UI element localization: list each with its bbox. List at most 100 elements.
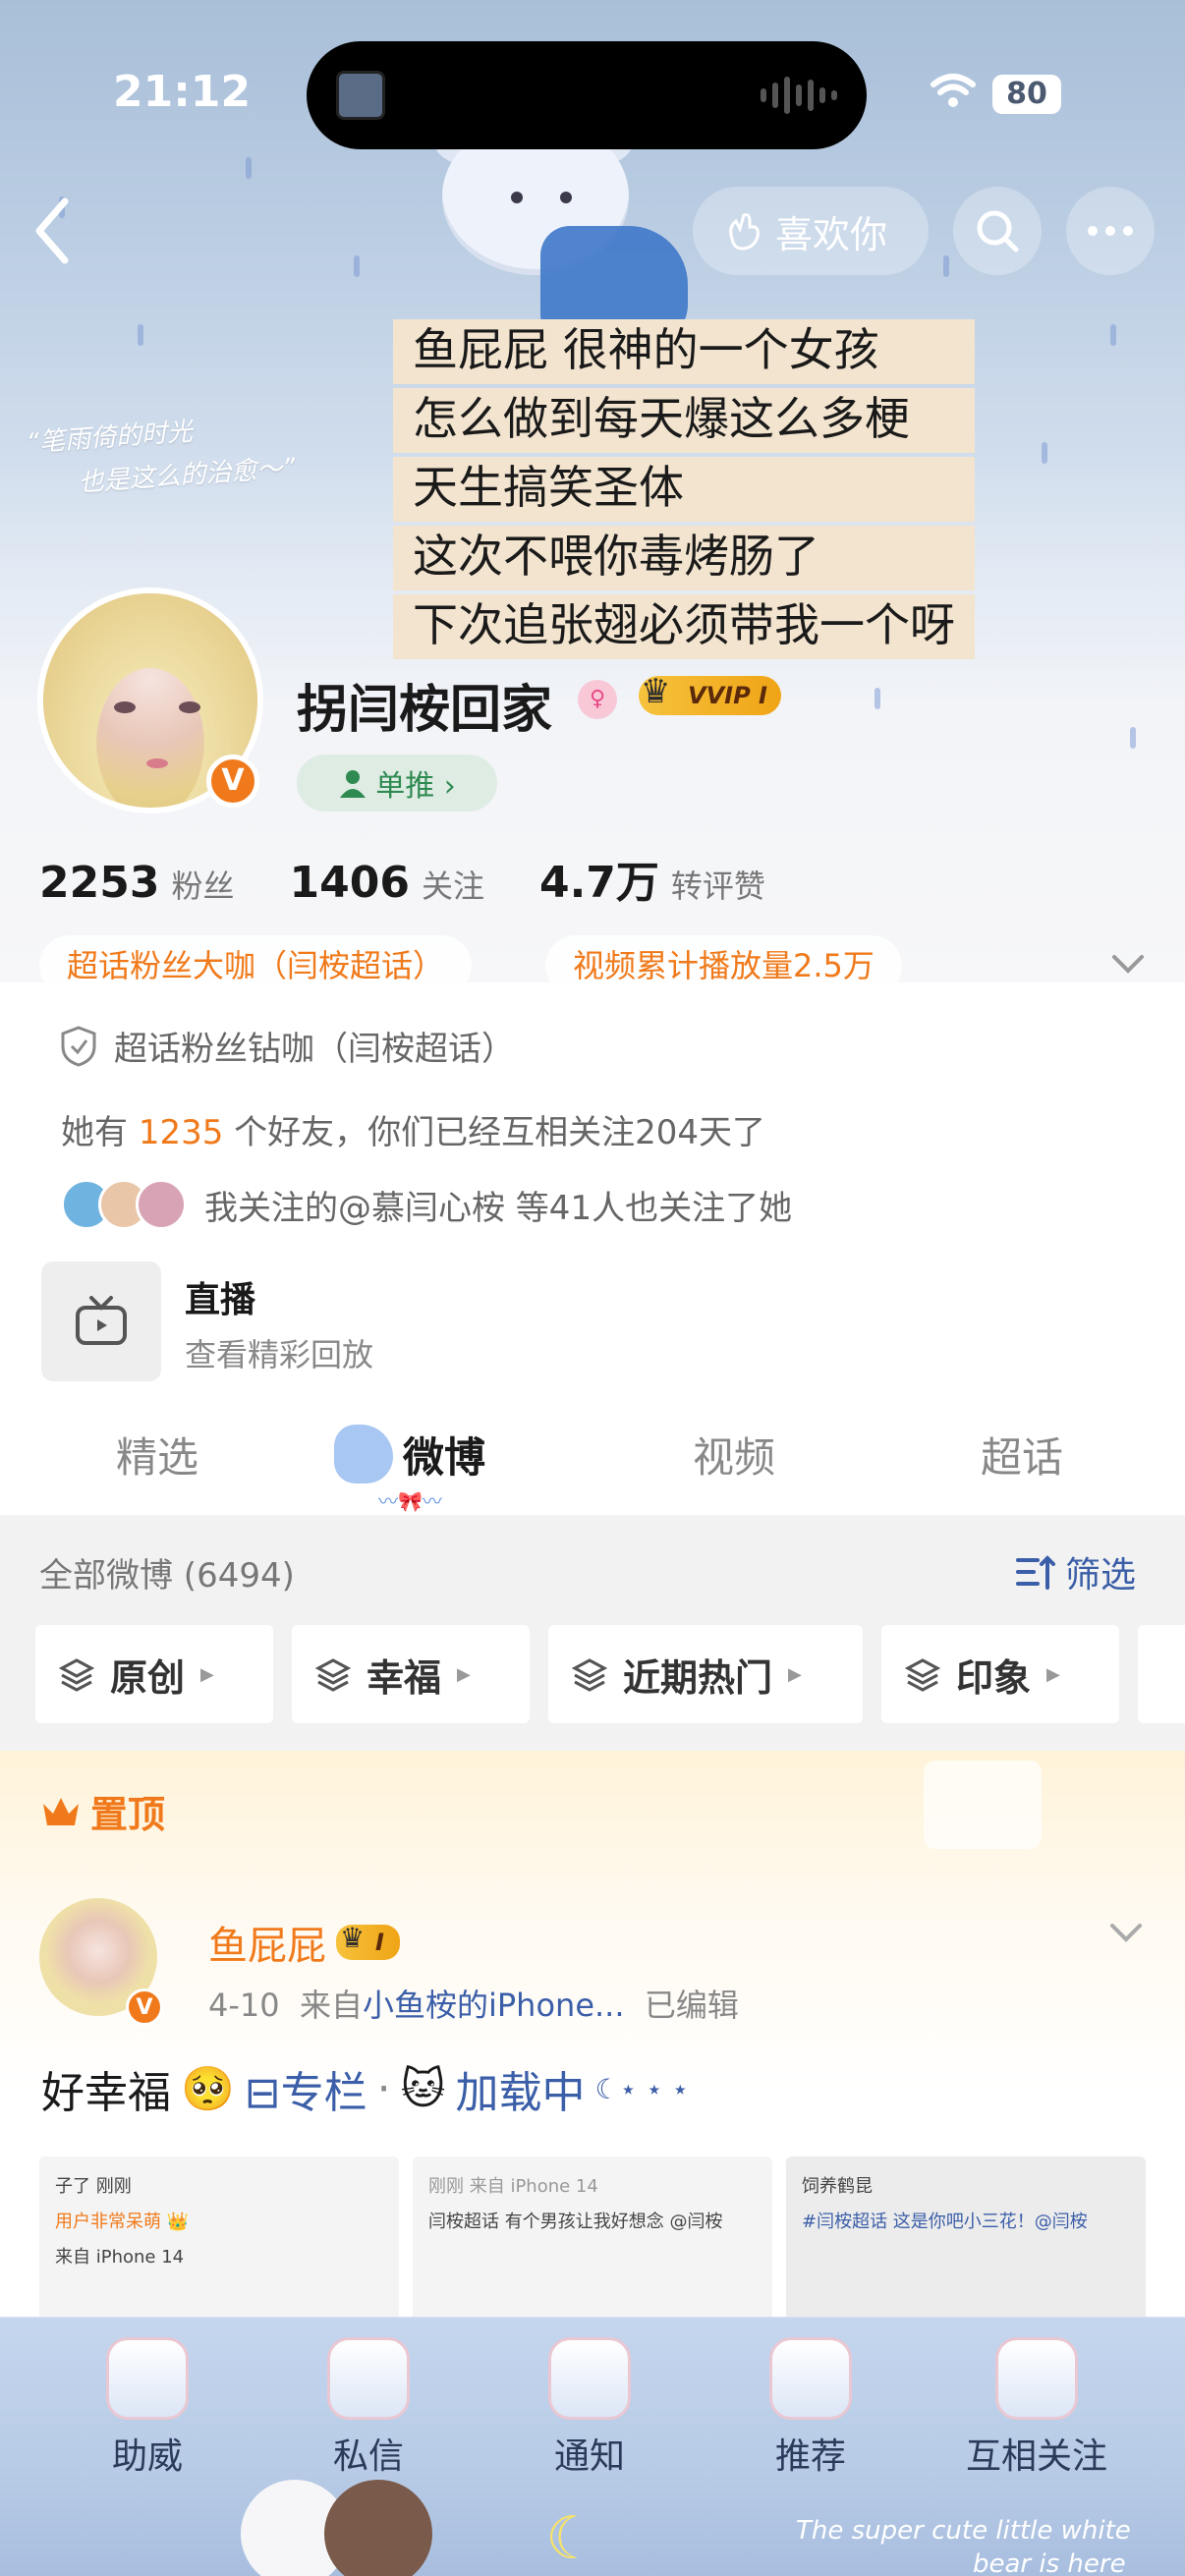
cat-emoji-icon: 🐱	[400, 2063, 446, 2114]
raindrop	[1042, 442, 1047, 464]
nav-cheer[interactable]: 助威	[74, 2337, 221, 2479]
chip-arrow-icon: ▶	[457, 1663, 471, 1685]
more-button[interactable]	[1066, 187, 1155, 275]
bow-icon: 〰🎀〰	[378, 1489, 442, 1513]
crown-icon	[43, 1797, 79, 1825]
pinned-label: 置顶	[39, 1784, 165, 1838]
female-icon: ♀	[578, 680, 617, 719]
following-count[interactable]: 1406	[289, 858, 409, 908]
fan-badge-label: 超话粉丝钻咖（闫桉超话）	[114, 1030, 515, 1069]
chevron-down-icon[interactable]	[1106, 1918, 1146, 1947]
raindrop	[138, 324, 143, 346]
chip-arrow-icon: ▶	[788, 1663, 802, 1685]
banner-quote: “笔雨倚的时光 也是这么的治愈～”	[25, 417, 297, 498]
friend-info: 她有 1235 个好友，你们已经互相关注204天了	[61, 1113, 766, 1152]
status-time: 21:12	[113, 67, 252, 117]
crown-decoration	[924, 1761, 1042, 1849]
vvip-badge[interactable]: ♛ VVIP I	[639, 672, 781, 715]
live-replay-card[interactable]: 直播 查看精彩回放	[41, 1261, 1142, 1381]
filter-icon	[1016, 1555, 1055, 1590]
moon-gift-icon	[106, 2337, 189, 2420]
supertopic-fan-tag[interactable]: 超话粉丝大咖（闫桉超话）	[39, 935, 473, 996]
crown-icon: ♛	[641, 672, 671, 711]
verified-badge: V	[126, 1988, 163, 2026]
chip-impression[interactable]: 印象 ▶	[881, 1625, 1119, 1723]
mutual-follow-row[interactable]: 我关注的@慕闫心桉 等41人也关注了她	[61, 1179, 792, 1230]
friend-count: 1235	[138, 1113, 224, 1152]
nav-mutual-follow[interactable]: 互相关注	[958, 2337, 1115, 2479]
caption-line: 下次追张翅必须带我一个呀	[403, 594, 965, 655]
chip-original[interactable]: 原创 ▶	[35, 1625, 273, 1723]
person-icon	[340, 770, 367, 798]
profile-username: 拐闫桉回家	[297, 681, 553, 740]
chip-recent-hot[interactable]: 近期热门 ▶	[548, 1625, 863, 1723]
battery-indicator: 80	[992, 75, 1061, 114]
mutual-follow-text: 我关注的@慕闫心桉 等41人也关注了她	[204, 1188, 793, 1228]
caption-line: 这次不喂你毒烤肠了	[403, 526, 829, 587]
audio-wave-icon	[761, 76, 837, 115]
heart-hand-icon	[729, 213, 760, 251]
shield-icon	[61, 1025, 96, 1067]
nav-message[interactable]: 私信	[295, 2337, 442, 2479]
brown-bear-decoration	[324, 2480, 432, 2576]
back-icon[interactable]	[28, 192, 77, 270]
raindrop	[354, 255, 360, 277]
raindrop	[246, 157, 252, 179]
chip-more[interactable]	[1138, 1625, 1185, 1723]
wifi-icon	[931, 74, 976, 107]
chevron-down-icon[interactable]	[1108, 949, 1148, 979]
post-image-thumbnail[interactable]: 饲养鹤昆 #闫桉超话 这是你吧小三花！@闫桉	[786, 2156, 1146, 2324]
like-you-button[interactable]: 喜欢你	[693, 187, 929, 275]
banner-caption: 鱼屁屁 很神的一个女孩 怎么做到每天爆这么多梗 天生搞笑圣体 这次不喂你毒烤肠了…	[393, 319, 975, 663]
post-author[interactable]: 鱼屁屁 ♛ I	[208, 1914, 400, 1971]
footer-decoration-text: The super cute little white bear is here	[796, 2516, 1131, 2576]
nav-recommend[interactable]: 推荐	[737, 2337, 884, 2479]
following-label[interactable]: 关注	[422, 862, 484, 907]
fans-count[interactable]: 2253	[39, 858, 159, 908]
fans-label[interactable]: 粉丝	[171, 862, 234, 907]
post-text: 好幸福 🥺 ⊟专栏 · 🐱 加载中 ☾⋆ ⋆ ⋆	[41, 2057, 689, 2120]
raindrop	[1110, 324, 1116, 346]
search-button[interactable]	[953, 187, 1042, 275]
filter-button[interactable]: 筛选	[1014, 1546, 1136, 1597]
profile-tabs: 精选 微博 〰🎀〰 视频 超话	[0, 1395, 1185, 1515]
caption-line: 鱼屁屁 很神的一个女孩	[403, 319, 889, 380]
profile-stats: 2253 粉丝 1406 关注 4.7万 转评赞	[39, 847, 820, 910]
raindrop	[943, 255, 949, 277]
column-link[interactable]: ⊟专栏	[245, 2057, 367, 2120]
post-source[interactable]: 小鱼桉的iPhone...	[363, 1987, 625, 2024]
layers-icon	[572, 1658, 607, 1692]
tab-featured[interactable]: 精选	[116, 1425, 198, 1484]
bag-icon	[769, 2337, 852, 2420]
nav-notify[interactable]: 通知	[516, 2337, 663, 2479]
post-meta: 4-10 来自小鱼桉的iPhone... 已编辑	[208, 1987, 739, 2024]
moon-stars-icon: ☾⋆ ⋆ ⋆	[594, 2072, 690, 2105]
envelope-icon	[327, 2337, 410, 2420]
post-image-thumbnail[interactable]: 子了 刚刚 用户非常呆萌 👑 来自 iPhone 14	[39, 2156, 399, 2324]
pleading-emoji-icon: 🥺	[181, 2064, 235, 2114]
more-icon	[1088, 226, 1133, 236]
post-image-thumbnail[interactable]: 刚刚 来自 iPhone 14 闫桉超话 有个男孩让我好想念 @闫桉	[413, 2156, 772, 2324]
chip-happy[interactable]: 幸福 ▶	[292, 1625, 530, 1723]
tab-video[interactable]: 视频	[693, 1425, 775, 1484]
video-plays-tag[interactable]: 视频累计播放量2.5万	[545, 935, 902, 996]
now-playing-thumbnail	[336, 71, 385, 120]
dynamic-island[interactable]	[307, 41, 867, 149]
interactions-count: 4.7万	[538, 858, 659, 908]
tab-weibo[interactable]: 微博	[403, 1425, 485, 1484]
feed-filter-bar: 全部微博 (6494) 筛选 原创 ▶ 幸福 ▶ 近期热门 ▶ 印象 ▶	[0, 1515, 1185, 1751]
bottom-nav: 助威 私信 通知 推荐 互相关注 ☾ The super cute little…	[0, 2317, 1185, 2576]
live-subtitle: 查看精彩回放	[185, 1336, 374, 1373]
caption-line: 怎么做到每天爆这么多梗	[403, 388, 920, 449]
fan-badge-row[interactable]: 超话粉丝钻咖（闫桉超话）	[59, 1022, 515, 1070]
avatar	[136, 1179, 187, 1230]
crown-icon: ♛	[340, 1922, 366, 1954]
tab-supertopic[interactable]: 超话	[981, 1425, 1063, 1484]
search-icon	[977, 210, 1019, 252]
chip-arrow-icon: ▶	[1046, 1663, 1060, 1685]
raindrop	[875, 688, 880, 709]
moon-icon: ☾	[545, 2504, 598, 2573]
member-level-badge: ♛ I	[336, 1922, 400, 1960]
layers-icon	[905, 1658, 940, 1692]
danxian-button[interactable]: 单推 ›	[297, 755, 497, 812]
